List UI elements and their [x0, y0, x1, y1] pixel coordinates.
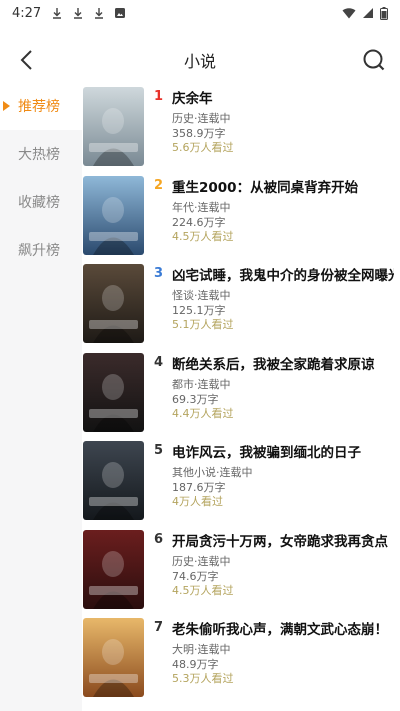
sidebar-item-recommend[interactable]: 推荐榜	[0, 82, 82, 130]
rank-number: 3	[154, 266, 164, 281]
list-item[interactable]: 5 电诈风云，我被骗到缅北的日子 其他小说·连载中 187.6万字 4万人看过	[82, 436, 400, 525]
book-genre: 历史·连载中	[172, 112, 231, 125]
list-item[interactable]: 2 重生2000：从被同桌背弃开始 年代·连载中 224.6万字 4.5万人看过	[82, 171, 400, 260]
header: 小说	[0, 40, 400, 80]
reader-count: 5.6万人看过	[172, 141, 234, 154]
sidebar-item-label: 飙升榜	[18, 243, 60, 259]
reader-count: 5.3万人看过	[172, 672, 234, 685]
image-notification-icon	[115, 8, 126, 18]
list-item[interactable]: 7 老朱偷听我心声，满朝文武心态崩！ 大明·连载中 48.9万字 5.3万人看过	[82, 613, 400, 702]
notification-icons	[51, 7, 126, 19]
sidebar-item-rising[interactable]: 飙升榜	[0, 226, 82, 274]
ranking-sidebar: 推荐榜 大热榜 收藏榜 飙升榜	[0, 82, 82, 711]
download-icon	[95, 8, 104, 19]
list-item[interactable]: 6 开局贪污十万两，女帝跪求我再贪点 历史·连载中 74.6万字 4.5万人看过	[82, 525, 400, 614]
search-button[interactable]	[360, 46, 388, 74]
list-item[interactable]: 1 庆余年 历史·连载中 358.9万字 5.6万人看过	[82, 82, 400, 171]
rank-number: 2	[154, 177, 164, 193]
download-icon	[53, 8, 62, 19]
rank-number: 6	[154, 531, 164, 547]
book-cover	[83, 352, 144, 432]
reader-count: 4.5万人看过	[172, 583, 234, 597]
search-icon	[363, 49, 385, 71]
status-time: 4:27	[12, 5, 42, 21]
book-cover	[83, 618, 144, 697]
book-genre: 都市·连载中	[172, 377, 231, 391]
book-cover	[83, 87, 144, 166]
book-cover	[83, 175, 144, 255]
book-title: 庆余年	[172, 91, 213, 107]
book-title: 老朱偷听我心声，满朝文武心态崩！	[172, 622, 388, 638]
book-genre: 怪谈·连载中	[172, 289, 231, 302]
reader-count: 5.1万人看过	[172, 318, 234, 331]
active-marker-icon	[3, 101, 10, 111]
reader-count: 4万人看过	[172, 495, 223, 508]
signal-icon	[363, 8, 373, 18]
book-list: 1 庆余年 历史·连载中 358.9万字 5.6万人看过 2 重生2000：从被…	[82, 82, 400, 702]
sidebar-item-hot[interactable]: 大热榜	[0, 130, 82, 178]
book-genre: 历史·连载中	[172, 554, 231, 568]
system-icons	[342, 6, 388, 20]
list-item[interactable]: 4 断绝关系后，我被全家跪着求原谅 都市·连载中 69.3万字 4.4万人看过	[82, 348, 400, 437]
page-title: 小说	[183, 52, 216, 71]
reader-count: 4.4万人看过	[172, 406, 234, 420]
wifi-icon	[342, 8, 356, 19]
sidebar-item-label: 大热榜	[18, 147, 60, 163]
book-cover	[83, 529, 144, 609]
sidebar-item-favorites[interactable]: 收藏榜	[0, 178, 82, 226]
rank-number: 4	[154, 354, 164, 370]
rank-number: 1	[154, 89, 164, 104]
rank-number: 5	[154, 443, 164, 458]
status-bar: 4:27	[0, 0, 400, 26]
battery-icon	[380, 6, 388, 20]
book-cover	[83, 441, 144, 520]
download-icon	[74, 8, 83, 19]
sidebar-item-label: 推荐榜	[18, 99, 60, 115]
book-title: 断绝关系后，我被全家跪着求原谅	[172, 356, 375, 373]
book-cover	[83, 264, 144, 343]
book-title: 电诈风云，我被骗到缅北的日子	[172, 445, 361, 461]
book-title: 凶宅试睡，我鬼中介的身份被全网曝光	[172, 268, 394, 284]
book-genre: 大明·连载中	[172, 643, 231, 656]
book-genre: 年代·连载中	[172, 200, 231, 214]
book-genre: 其他小说·连载中	[172, 466, 253, 479]
reader-count: 4.5万人看过	[172, 229, 234, 243]
book-title: 开局贪污十万两，女帝跪求我再贪点	[172, 533, 388, 550]
rank-number: 7	[154, 620, 164, 635]
list-item[interactable]: 3 凶宅试睡，我鬼中介的身份被全网曝光 怪谈·连载中 125.1万字 5.1万人…	[82, 259, 400, 348]
sidebar-item-label: 收藏榜	[18, 195, 60, 211]
book-title: 重生2000：从被同桌背弃开始	[172, 179, 359, 196]
